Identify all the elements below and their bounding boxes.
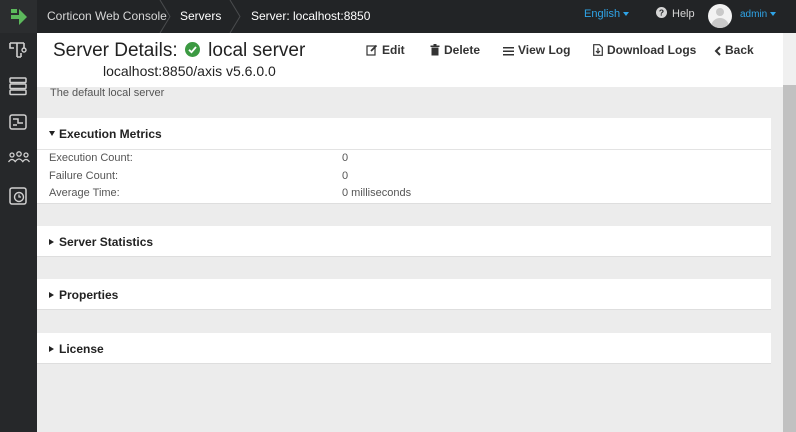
- panel-header-license[interactable]: License: [49, 342, 104, 356]
- breadcrumb-app-name[interactable]: Corticon Web Console: [47, 0, 167, 33]
- scrollbar-thumb[interactable]: [783, 85, 796, 432]
- server-description: The default local server: [50, 87, 165, 99]
- delete-button[interactable]: Delete: [430, 43, 480, 57]
- metric-label: Average Time:: [49, 187, 120, 199]
- metric-label: Execution Count:: [49, 152, 133, 164]
- server-url-version: localhost:8850/axis v5.6.0.0: [103, 63, 276, 79]
- page-header: Server Details: local server localhost:8…: [37, 33, 783, 87]
- sidebar-item-users[interactable]: [0, 143, 37, 173]
- monitor-clock-icon: [9, 187, 27, 205]
- corticon-logo-icon: [11, 9, 27, 25]
- users-icon: [8, 151, 30, 163]
- help-icon: ?: [656, 7, 667, 18]
- status-ok-icon: [184, 42, 200, 57]
- chevron-down-icon: [623, 12, 630, 16]
- sidebar: [0, 33, 37, 432]
- breadcrumb-servers[interactable]: Servers: [180, 0, 221, 33]
- chevron-left-icon: [714, 46, 721, 56]
- panel-execution-metrics: Execution Metrics Execution Count: 0 Fai…: [37, 118, 771, 204]
- view-log-button[interactable]: View Log: [503, 43, 570, 57]
- panel-server-statistics: Server Statistics: [37, 226, 771, 257]
- table-row: Execution Count: 0: [37, 152, 771, 168]
- breadcrumb-current-server: Server: localhost:8850: [251, 9, 371, 23]
- panel-properties: Properties: [37, 279, 771, 310]
- language-dropdown[interactable]: English: [584, 0, 630, 33]
- edit-button[interactable]: Edit: [366, 43, 405, 57]
- caret-down-icon: [49, 131, 55, 136]
- back-label: Back: [725, 43, 754, 57]
- sidebar-item-monitoring[interactable]: [0, 181, 37, 211]
- avatar-body-shape: [711, 18, 729, 28]
- sidebar-item-decision-services[interactable]: [0, 107, 37, 137]
- avatar[interactable]: [708, 4, 732, 28]
- rules-map-icon: [9, 114, 27, 130]
- database-icon: [9, 77, 27, 96]
- view-log-label: View Log: [518, 43, 571, 57]
- download-logs-label: Download Logs: [607, 43, 697, 57]
- panel-header-server-statistics[interactable]: Server Statistics: [49, 235, 153, 249]
- panel-header-properties[interactable]: Properties: [49, 288, 118, 302]
- metric-value: 0 milliseconds: [342, 187, 412, 199]
- download-file-icon: [593, 44, 603, 56]
- app-logo[interactable]: [0, 0, 37, 33]
- panel-license: License: [37, 333, 771, 364]
- edit-icon: [366, 44, 378, 56]
- caret-right-icon: [49, 239, 54, 245]
- back-button[interactable]: Back: [714, 43, 754, 57]
- panel-title: License: [59, 342, 104, 356]
- help-label: Help: [672, 8, 695, 20]
- caret-right-icon: [49, 292, 54, 298]
- sidebar-item-deployments[interactable]: [0, 35, 37, 65]
- svg-text:?: ?: [659, 8, 664, 18]
- metric-value: 0: [342, 170, 349, 182]
- language-label: English: [584, 8, 621, 20]
- delete-label: Delete: [444, 43, 481, 57]
- table-row: Failure Count: 0: [37, 170, 771, 186]
- caret-right-icon: [49, 346, 54, 352]
- edit-label: Edit: [382, 43, 405, 57]
- sidebar-item-servers[interactable]: [0, 71, 37, 101]
- user-menu[interactable]: admin: [740, 0, 777, 33]
- list-icon: [503, 47, 514, 56]
- avatar-head-shape: [716, 8, 724, 16]
- deployment-icon: [9, 42, 27, 58]
- breadcrumb-separator-icon: [229, 0, 241, 33]
- panel-title: Execution Metrics: [59, 127, 162, 141]
- panel-title: Server Statistics: [59, 235, 154, 249]
- metrics-table: Execution Count: 0 Failure Count: 0 Aver…: [37, 149, 771, 204]
- help-link[interactable]: ? Help: [656, 0, 695, 33]
- table-row: Average Time: 0 milliseconds: [37, 187, 771, 203]
- server-name: local server: [208, 40, 306, 61]
- panel-title: Properties: [59, 288, 119, 302]
- chevron-down-icon: [770, 12, 777, 16]
- metric-label: Failure Count:: [49, 170, 119, 182]
- page-title-label: Server Details:: [53, 40, 178, 61]
- top-nav-bar: Corticon Web Console Servers Server: loc…: [0, 0, 796, 33]
- metric-value: 0: [342, 152, 349, 164]
- download-logs-button[interactable]: Download Logs: [593, 43, 696, 57]
- page-title: Server Details: local server: [53, 40, 305, 62]
- user-name: admin: [740, 9, 768, 20]
- trash-icon: [430, 44, 440, 56]
- breadcrumb-separator-icon: [159, 0, 171, 33]
- panel-header-execution-metrics[interactable]: Execution Metrics: [49, 127, 162, 141]
